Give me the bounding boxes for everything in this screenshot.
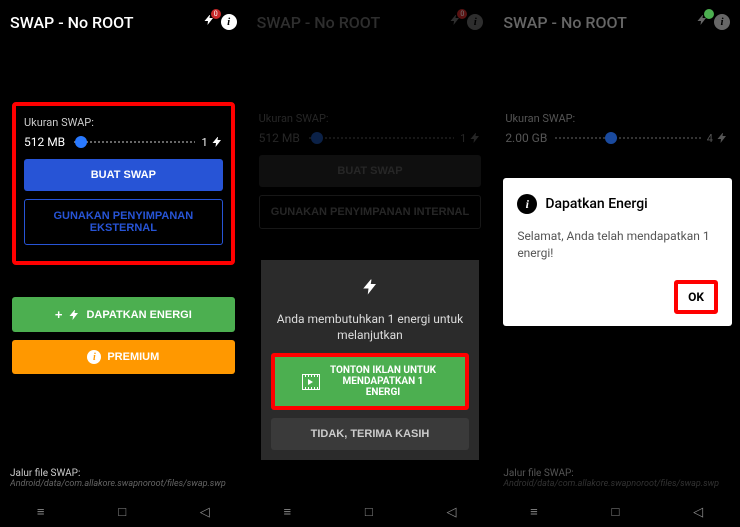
- use-external-storage-button[interactable]: GUNAKAN PENYIMPANAN EKSTERNAL: [24, 199, 223, 245]
- no-thanks-button[interactable]: TIDAK, TERIMA KASIH: [271, 418, 470, 450]
- bolt-icon: [68, 308, 80, 322]
- info-icon: i: [517, 194, 537, 214]
- screen-3: SWAP - No ROOT i Ukuran SWAP: 2.00 GB: [493, 0, 740, 527]
- screen-1: SWAP - No ROOT 0 i Ukuran SWAP: 512 MB: [0, 0, 247, 527]
- energy-badge: [704, 9, 714, 19]
- energy-bolt-icon[interactable]: 0: [203, 13, 215, 31]
- swap-size-label: Ukuran SWAP:: [24, 116, 223, 129]
- swap-config-highlighted: Ukuran SWAP: 512 MB 1 BUAT SWAP GUNAKAN …: [12, 102, 235, 265]
- get-energy-button[interactable]: + DAPATKAN ENERGI: [12, 297, 235, 332]
- swap-path-footer: Jalur file SWAP: Android/data/com.allako…: [10, 468, 237, 489]
- android-navbar: ≡ □ ◁: [247, 497, 494, 527]
- watch-ad-button[interactable]: TONTON IKLAN UNTUK MENDAPATKAN 1 ENERGI: [271, 353, 470, 410]
- dialog-message: Selamat, Anda telah mendapatkan 1 energi…: [517, 228, 718, 262]
- swap-size-slider: [555, 136, 700, 140]
- screen-2: SWAP - No ROOT 0 i Ukuran SWAP: 512 MB: [247, 0, 494, 527]
- nav-back-icon[interactable]: ◁: [200, 505, 210, 520]
- energy-cost: 4: [707, 131, 728, 145]
- plus-icon: +: [55, 307, 63, 322]
- energy-required-modal: Anda membutuhkan 1 energi untuk melanjut…: [261, 260, 480, 460]
- premium-button[interactable]: i PREMIUM: [12, 340, 235, 374]
- create-swap-button[interactable]: BUAT SWAP: [24, 159, 223, 191]
- info-icon[interactable]: i: [221, 14, 237, 30]
- energy-bolt-icon: [696, 13, 708, 31]
- app-header: SWAP - No ROOT 0 i: [0, 0, 247, 40]
- android-navbar: ≡ □ ◁: [0, 497, 247, 527]
- nav-home-icon[interactable]: □: [118, 504, 126, 520]
- bolt-icon: [271, 276, 470, 304]
- nav-home-icon[interactable]: □: [612, 504, 620, 520]
- success-dialog: i Dapatkan Energi Selamat, Anda telah me…: [503, 178, 732, 326]
- nav-recent-icon[interactable]: ≡: [284, 504, 292, 520]
- swap-size-label: Ukuran SWAP:: [505, 112, 728, 125]
- nav-back-icon[interactable]: ◁: [693, 505, 703, 520]
- ok-button[interactable]: OK: [674, 280, 718, 314]
- android-navbar: ≡ □ ◁: [493, 497, 740, 527]
- swap-size-slider[interactable]: [74, 140, 195, 144]
- nav-home-icon[interactable]: □: [365, 504, 373, 520]
- info-icon: i: [714, 14, 730, 30]
- app-title: SWAP - No ROOT: [10, 13, 134, 32]
- nav-recent-icon[interactable]: ≡: [530, 504, 538, 520]
- info-icon: i: [87, 350, 101, 364]
- modal-message: Anda membutuhkan 1 energi untuk melanjut…: [271, 312, 470, 343]
- swap-size-value: 512 MB: [24, 135, 68, 149]
- app-header: SWAP - No ROOT i: [493, 0, 740, 40]
- app-title: SWAP - No ROOT: [503, 13, 627, 32]
- swap-size-value: 2.00 GB: [505, 131, 549, 145]
- dialog-title: Dapatkan Energi: [545, 196, 647, 212]
- energy-badge: 0: [211, 9, 221, 19]
- swap-path-footer: Jalur file SWAP: Android/data/com.allako…: [503, 468, 730, 489]
- nav-back-icon[interactable]: ◁: [446, 505, 456, 520]
- nav-recent-icon[interactable]: ≡: [37, 504, 45, 520]
- energy-cost: 1: [201, 135, 222, 149]
- film-icon: [302, 374, 320, 390]
